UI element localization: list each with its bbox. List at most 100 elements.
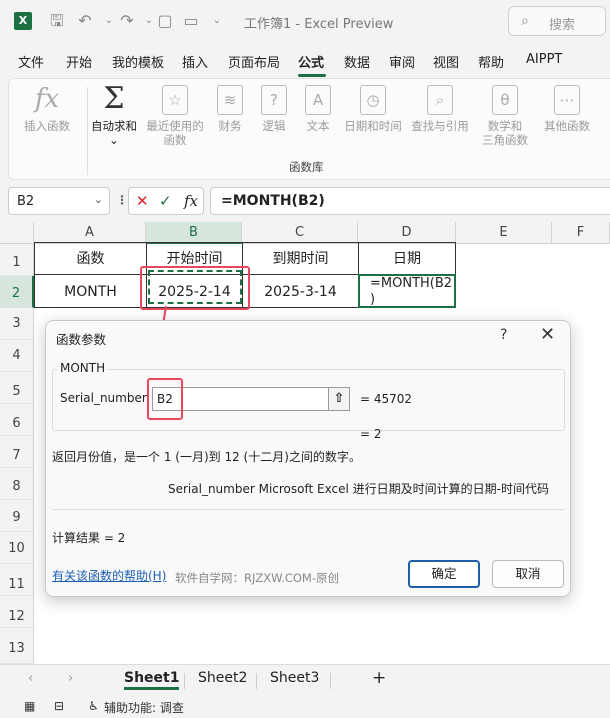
column-header-f[interactable]: F [552,222,610,244]
theta-icon: θ [492,85,518,115]
tab-formulas[interactable]: 公式 [298,52,324,71]
text-button[interactable]: A 文本 [301,85,335,133]
row-header-13[interactable]: 13 [0,628,34,664]
open-folder-icon[interactable]: ▭ [182,12,200,30]
save-icon[interactable]: 🖫 [48,12,66,30]
row-header-6[interactable]: 6 [0,404,34,436]
lookup-reference-button[interactable]: ⌕ 查找与引用 [409,85,471,133]
row-header-8[interactable]: 8 [0,468,34,500]
ok-button[interactable]: 确定 [408,560,480,588]
function-name: MONTH [58,361,108,375]
tab-page-layout[interactable]: 页面布局 [228,52,280,71]
add-sheet-button[interactable]: + [372,668,386,688]
tab-aippt[interactable]: AIPPT [526,52,562,67]
help-icon[interactable]: ? [500,327,507,343]
close-icon[interactable]: ✕ [540,324,555,345]
row-header-12[interactable]: 12 [0,596,34,628]
tab-view[interactable]: 视图 [433,52,459,71]
undo-dropdown-icon[interactable]: ⌄ [100,12,118,30]
tab-review[interactable]: 审阅 [389,52,415,71]
name-box[interactable]: B2 ⌄ [8,187,110,215]
cancel-button[interactable]: 取消 [492,560,564,588]
search-box[interactable]: ⌕ 搜索 [508,6,606,36]
formula-input[interactable]: =MONTH(B2) [210,187,610,215]
sigma-icon: Σ [103,81,125,116]
cell-a2[interactable]: MONTH [34,274,147,308]
sheet-tab-2[interactable]: Sheet2 [198,670,247,686]
chevron-left-icon[interactable]: ‹ [28,671,33,686]
fx-icon: fx [34,84,60,114]
dialog-title: 函数参数 [56,332,107,347]
chevron-down-icon[interactable]: ⌄ [94,193,103,206]
accessibility-icon: ♿ [88,699,99,713]
chevron-right-icon[interactable]: › [68,671,73,686]
column-header-c[interactable]: C [242,222,358,244]
column-header-a[interactable]: A [34,222,146,244]
tab-help[interactable]: 帮助 [478,52,504,71]
cell-c2[interactable]: 2025-3-14 [242,274,359,308]
function-description: 返回月份值，是一个 1 (一月)到 12 (十二月)之间的数字。 [52,450,361,464]
cancel-icon[interactable]: ✕ [136,192,149,210]
confirm-icon[interactable]: ✓ [159,192,172,210]
sheet-tab-1[interactable]: Sheet1 [124,670,180,690]
drag-handle-icon[interactable]: ⋮ [116,193,128,207]
ribbon-group-label: 函数库 [289,160,324,174]
macro-icon[interactable]: ▦ [24,699,35,713]
tab-file[interactable]: 文件 [18,52,44,71]
cell-a1[interactable]: 函数 [34,242,147,275]
logical-button[interactable]: ? 逻辑 [257,85,291,133]
row-header-3[interactable]: 3 [0,308,34,340]
column-header-d[interactable]: D [358,222,456,244]
redo-icon[interactable]: ↷ [118,12,136,30]
tab-divider [330,673,331,689]
ribbon-separator [87,87,88,175]
calculation-result: 计算结果 = 2 [52,531,126,545]
database-icon: ≋ [217,85,243,115]
row-header-2[interactable]: 2 [0,276,34,308]
date-time-button[interactable]: ◷ 日期和时间 [341,85,405,133]
row-header-10[interactable]: 10 [0,532,34,564]
autosum-button[interactable]: Σ 自动求和 ⌄ [89,81,139,148]
lookup-icon: ⌕ [427,85,453,115]
tab-home[interactable]: 开始 [66,52,92,71]
status-bar: ▦ ⊟ ♿ 辅助功能: 调查 [0,694,610,718]
tab-templates[interactable]: 我的模板 [112,52,164,71]
formula-text: =MONTH(B2) [221,193,325,209]
insert-function-button[interactable]: fx 插入函数 [21,85,73,133]
row-header-11[interactable]: 11 [0,564,34,596]
sheet-tab-3[interactable]: Sheet3 [270,670,319,686]
dropdown-arrow-icon: ⌄ [109,133,119,147]
function-help-link[interactable]: 有关该函数的帮助(H) [52,567,166,584]
search-placeholder: 搜索 [549,18,576,33]
cell-c1[interactable]: 到期时间 [242,242,359,275]
select-all-corner[interactable] [0,222,34,244]
tab-data[interactable]: 数据 [344,52,370,71]
collapse-dialog-icon[interactable]: ⇧ [328,387,350,411]
column-header-b[interactable]: B [146,222,242,244]
column-header-e[interactable]: E [456,222,552,244]
more-functions-button[interactable]: ⋯ 其他函数 [541,85,593,133]
row-header-4[interactable]: 4 [0,340,34,372]
tab-insert[interactable]: 插入 [182,52,208,71]
fx-icon[interactable]: fx [184,192,198,210]
row-header-9[interactable]: 9 [0,500,34,532]
title-bar: X 🖫 ↶ ⌄ ↷ ⌄ ▢ ▭ ⌄ 工作簿1 - Excel Preview ⌕… [0,0,610,44]
row-header-1[interactable]: 1 [0,244,34,276]
name-box-value: B2 [17,194,35,209]
undo-icon[interactable]: ↶ [76,12,94,30]
row-header-7[interactable]: 7 [0,436,34,468]
row-header-5[interactable]: 5 [0,372,34,404]
cell-d2[interactable]: =MONTH(B2 ) [358,274,456,308]
accessibility-status[interactable]: 辅助功能: 调查 [104,699,184,716]
financial-button[interactable]: ≋ 财务 [213,85,247,133]
math-trig-button[interactable]: θ 数学和 三角函数 [475,85,535,147]
text-icon: A [305,85,331,115]
cell-d1[interactable]: 日期 [358,242,456,275]
new-file-icon[interactable]: ▢ [156,12,174,30]
more-commands-icon[interactable]: ⌄ [208,12,226,30]
tab-divider [256,673,257,689]
highlight-argument-input [147,378,183,420]
active-tab-indicator [298,74,326,77]
recent-functions-button[interactable]: ☆ 最近使用的 函数 [143,85,207,147]
record-icon[interactable]: ⊟ [54,699,64,713]
